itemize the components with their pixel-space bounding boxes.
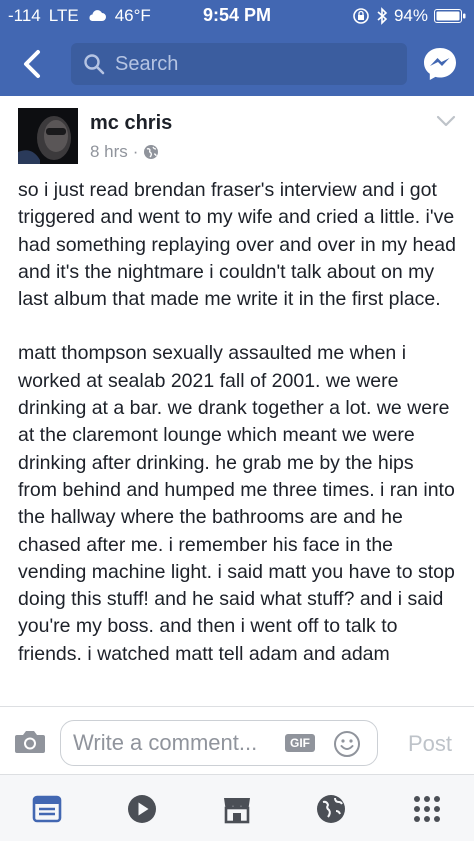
search-icon [84, 54, 105, 75]
post-body: so i just read brendan fraser's intervie… [18, 177, 458, 695]
comment-input[interactable]: Write a comment... GIF [60, 720, 378, 766]
messenger-icon[interactable] [420, 44, 460, 84]
post-paragraph: so i just read brendan fraser's intervie… [18, 179, 456, 311]
news-feed-icon[interactable] [31, 793, 63, 825]
meta-separator: · [132, 142, 139, 161]
status-bar: -114 LTE 46°F 9:54 PM 94% [0, 0, 474, 30]
bottom-tab-bar [0, 774, 474, 841]
battery-percent: 94% [393, 6, 428, 25]
back-chevron-icon[interactable] [18, 48, 46, 80]
bluetooth-icon [377, 7, 388, 25]
comment-bar: Write a comment... GIF Post [0, 706, 474, 774]
rotation-lock-icon [353, 8, 369, 24]
top-header: -114 LTE 46°F 9:54 PM 94% Search [0, 0, 474, 96]
post-card: mc chris 8 hrs · so i just read brendan … [0, 96, 474, 706]
navigation-bar: Search [0, 40, 474, 88]
post-timestamp[interactable]: 8 hrs [90, 142, 128, 162]
gif-button[interactable]: GIF [285, 734, 315, 752]
camera-icon[interactable] [14, 729, 46, 755]
more-menu-icon[interactable] [411, 793, 443, 825]
post-paragraph: matt thompson sexually assaulted me when… [18, 342, 455, 665]
search-placeholder: Search [115, 52, 179, 75]
globe-icon [144, 145, 159, 159]
search-input[interactable]: Search [71, 43, 407, 85]
video-icon[interactable] [126, 793, 158, 825]
chevron-down-icon[interactable] [436, 114, 456, 128]
notifications-globe-icon[interactable] [315, 793, 347, 825]
comment-placeholder: Write a comment... [73, 730, 258, 755]
post-meta: 8 hrs · [90, 142, 159, 162]
avatar[interactable] [18, 108, 78, 164]
sticker-icon[interactable] [333, 730, 361, 758]
post-comment-button[interactable]: Post [408, 731, 452, 757]
marketplace-icon[interactable] [221, 793, 253, 825]
battery-icon [434, 9, 466, 23]
post-author[interactable]: mc chris [90, 112, 172, 135]
